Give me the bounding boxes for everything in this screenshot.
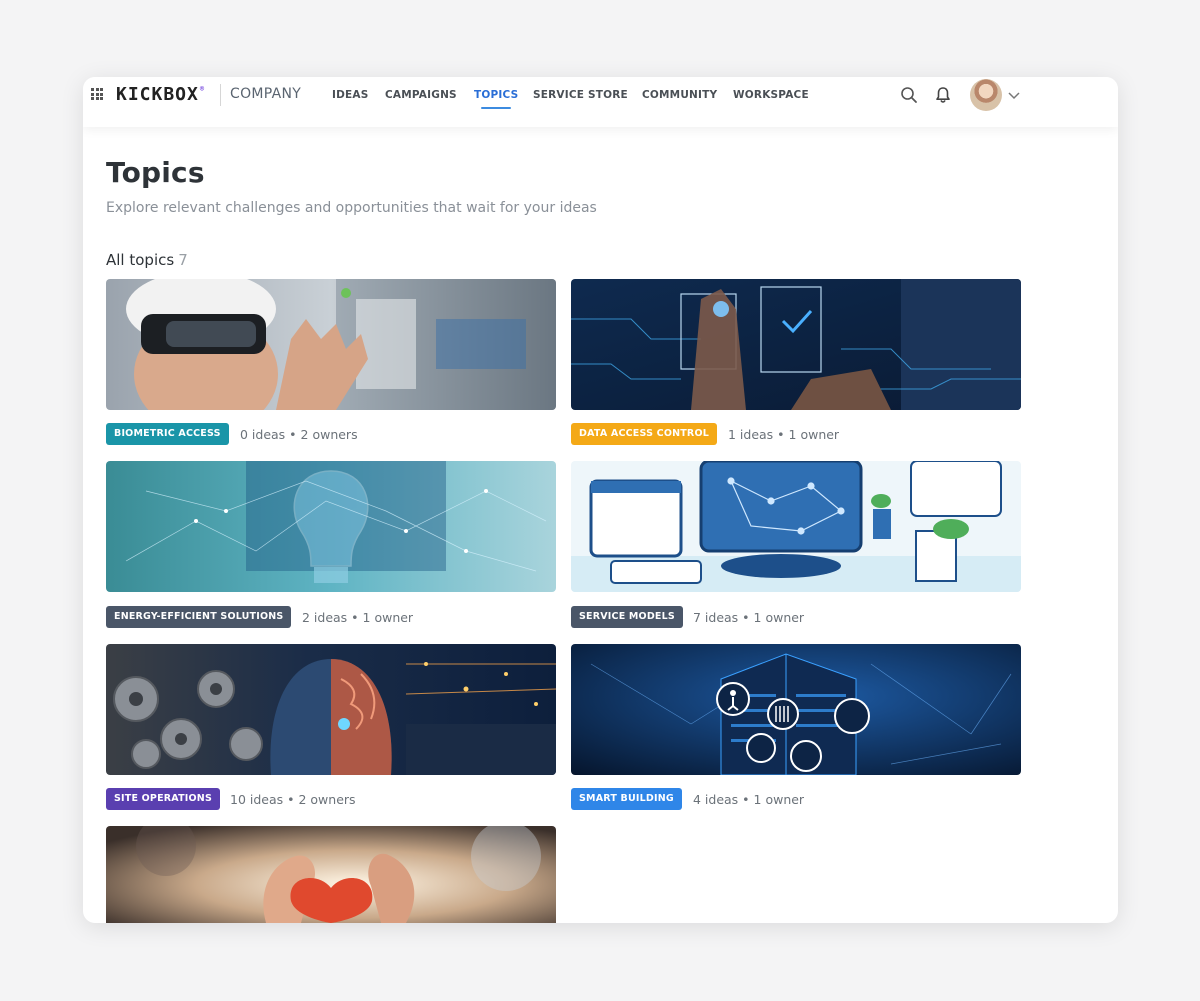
topic-count: 7 [178, 251, 188, 269]
topic-card-image-site-operations[interactable] [106, 644, 556, 775]
topic-meta-data-access-control: 1 ideas • 1 owner [728, 427, 840, 442]
apps-grid-icon[interactable] [91, 88, 103, 100]
topic-tag-biometric-access[interactable]: BIOMETRIC ACCESS [106, 423, 229, 445]
nav-item-topics[interactable]: TOPICS [474, 89, 518, 109]
kickbox-logo[interactable]: KICKBOX® [116, 84, 205, 105]
page-title: Topics [106, 156, 205, 189]
topic-meta-smart-building: 4 ideas • 1 owner [693, 792, 805, 807]
company-name[interactable]: COMPANY [230, 86, 301, 102]
nav-item-campaigns[interactable]: CAMPAIGNS [385, 89, 457, 101]
logo-divider [220, 84, 221, 106]
topic-card-image-smart-building[interactable] [571, 644, 1021, 775]
section-label: All topics [106, 251, 175, 269]
chevron-down-icon[interactable] [1007, 88, 1021, 102]
brand-mark: ® [199, 85, 206, 93]
topic-card-image-biometric-access[interactable] [106, 279, 556, 410]
topic-meta-energy-efficient-solutions: 2 ideas • 1 owner [302, 610, 414, 625]
topic-card-image-service-models[interactable] [571, 461, 1021, 592]
app-window: KICKBOX® COMPANY IDEAS CAMPAIGNS TOPICS … [83, 77, 1118, 923]
bell-icon[interactable] [933, 85, 953, 105]
nav-item-ideas[interactable]: IDEAS [332, 89, 368, 101]
top-navigation-bar: KICKBOX® COMPANY IDEAS CAMPAIGNS TOPICS … [83, 77, 1118, 127]
search-icon[interactable] [899, 85, 919, 105]
topic-card-image-heart[interactable] [106, 826, 556, 923]
topic-meta-site-operations: 10 ideas • 2 owners [230, 792, 356, 807]
topic-card-image-energy-efficient-solutions[interactable] [106, 461, 556, 592]
topic-tag-service-models[interactable]: SERVICE MODELS [571, 606, 683, 628]
topic-card-image-data-access-control[interactable] [571, 279, 1021, 410]
topic-tag-site-operations[interactable]: SITE OPERATIONS [106, 788, 220, 810]
topic-meta-biometric-access: 0 ideas • 2 owners [240, 427, 358, 442]
page-subtitle: Explore relevant challenges and opportun… [106, 200, 597, 216]
section-heading: All topics 7 [106, 251, 188, 269]
topic-meta-service-models: 7 ideas • 1 owner [693, 610, 805, 625]
topic-tag-data-access-control[interactable]: DATA ACCESS CONTROL [571, 423, 717, 445]
topic-tag-smart-building[interactable]: SMART BUILDING [571, 788, 682, 810]
brand-name: KICKBOX [116, 84, 199, 105]
nav-item-service-store[interactable]: SERVICE STORE [533, 89, 628, 101]
topic-tag-energy-efficient-solutions[interactable]: ENERGY-EFFICIENT SOLUTIONS [106, 606, 292, 628]
user-avatar[interactable] [970, 79, 1002, 111]
nav-item-community[interactable]: COMMUNITY [642, 89, 717, 101]
nav-item-workspace[interactable]: WORKSPACE [733, 89, 809, 101]
